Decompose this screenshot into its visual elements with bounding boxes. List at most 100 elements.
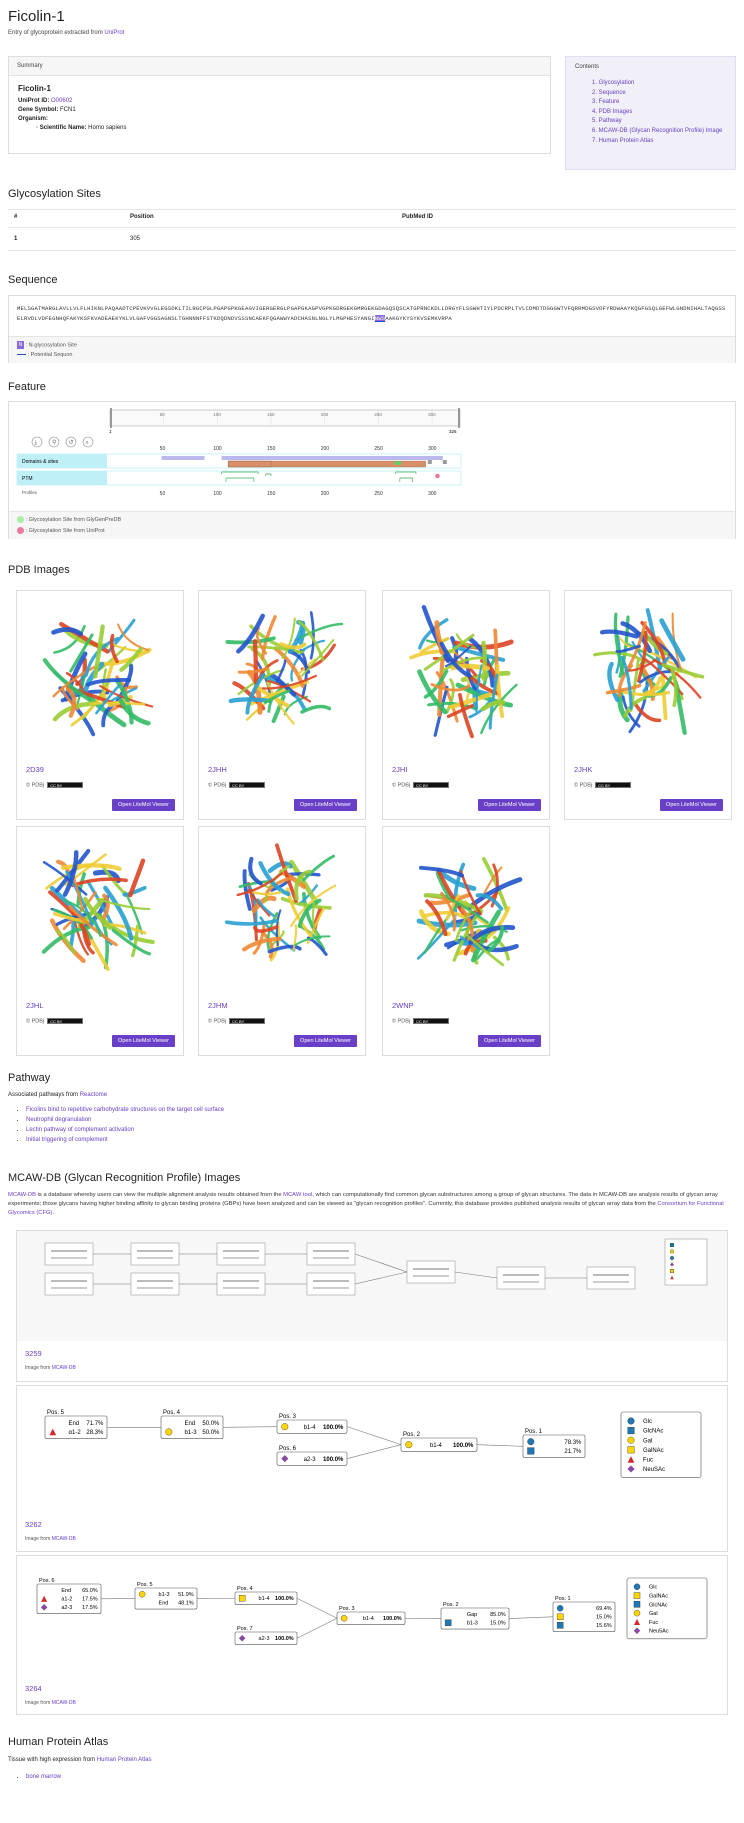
list-item-link[interactable]: Ficolins bind to repetitive carbohydrate… — [26, 1107, 224, 1113]
svg-text:GalNAc: GalNAc — [643, 1448, 664, 1454]
toc-item[interactable]: 7. Human Protein Atlas — [592, 138, 653, 144]
pdb-structure-image[interactable] — [389, 597, 543, 751]
uniprot-site-mark[interactable] — [435, 473, 440, 479]
toc-item[interactable]: 6. MCAW-DB (Glycan Recognition Profile) … — [592, 128, 722, 134]
svg-text:15.6%: 15.6% — [596, 1623, 612, 1629]
mcawdb-link[interactable]: MCAW-DB — [8, 1192, 36, 1198]
cc-license-badge[interactable]: CC BY — [47, 1018, 84, 1024]
svg-text:50.0%: 50.0% — [202, 1430, 220, 1436]
cc-license-badge[interactable]: CC BY — [413, 782, 450, 788]
position-node: Pos. 5 b1-3 51.9% End 48.1% — [134, 1582, 198, 1610]
list-item-link[interactable]: Neutrophil degranulation — [26, 1117, 91, 1123]
profile-id[interactable]: 3259 — [25, 1349, 42, 1358]
svg-text:Pos. 5: Pos. 5 — [137, 1582, 153, 1588]
nav-handle-left[interactable] — [110, 408, 112, 428]
svg-text:Gal: Gal — [643, 1438, 652, 1444]
gp-site-mark[interactable] — [393, 461, 402, 465]
open-litemol-button[interactable]: Open LiteMol Viewer — [478, 1035, 541, 1047]
mcawdb-source-link[interactable]: MCAW-DB — [52, 1700, 76, 1706]
pdb-id-link[interactable]: 2WNP — [392, 1001, 414, 1010]
svg-text:a2-3: a2-3 — [61, 1605, 72, 1611]
svg-text:Pos. 4: Pos. 4 — [163, 1410, 181, 1416]
svg-text:69.4%: 69.4% — [596, 1606, 612, 1612]
svg-text:↺: ↺ — [69, 439, 74, 446]
pdb-id-link[interactable]: 2JHK — [574, 765, 592, 774]
reactome-link[interactable]: Reactome — [80, 1092, 107, 1098]
open-litemol-button[interactable]: Open LiteMol Viewer — [478, 799, 541, 811]
position-node: Pos. 6 a2-3 100.0% — [276, 1446, 348, 1466]
hpa-link[interactable]: Human Protein Atlas — [97, 1757, 152, 1763]
table-row-index: 1 — [14, 236, 18, 242]
svg-text:a2-3: a2-3 — [304, 1457, 317, 1463]
svg-text:15.0%: 15.0% — [490, 1621, 506, 1627]
profiles-label: Profiles — [22, 490, 38, 495]
site-mark[interactable] — [442, 460, 447, 464]
svg-text:GlcNAc: GlcNAc — [643, 1429, 663, 1435]
glycan-legend: Glc GlcNAc Gal GalNAc Fuc NeuSAc — [620, 1411, 702, 1478]
svg-text:Neu5Ac: Neu5Ac — [649, 1629, 669, 1635]
profile-id[interactable]: 3262 — [25, 1520, 42, 1529]
profile-id[interactable]: 3264 — [25, 1684, 42, 1693]
cc-license-badge[interactable]: CC BY — [595, 782, 632, 788]
toc-item[interactable]: 4. PDB Images — [592, 109, 632, 115]
svg-text:100.0%: 100.0% — [275, 1596, 294, 1602]
list-item-link[interactable]: bone marrow — [26, 1774, 61, 1780]
pdb-id-link[interactable]: 2JHL — [26, 1001, 44, 1010]
open-litemol-button[interactable]: Open LiteMol Viewer — [660, 799, 723, 811]
open-litemol-button[interactable]: Open LiteMol Viewer — [294, 799, 357, 811]
cc-license-badge[interactable]: CC BY — [47, 782, 84, 788]
pdb-id-link[interactable]: 2JHH — [208, 765, 227, 774]
list-item-link[interactable]: Initial triggering of complement — [26, 1137, 108, 1143]
pdb-id-link[interactable]: 2D39 — [26, 765, 44, 774]
toc-item[interactable]: 5. Pathway — [592, 118, 622, 124]
position-node: Pos. 4 End 50.0% b1-3 50.0% — [160, 1410, 224, 1439]
cc-license-badge[interactable]: CC BY — [229, 782, 266, 788]
toc-item[interactable]: 1. Glycosylation — [592, 80, 634, 86]
svg-text:Fuc: Fuc — [643, 1458, 653, 1464]
position-node — [496, 1266, 546, 1290]
sequence-panel: MELSGATMARGLAVLLVLFLHIKNLPAQAADTCPEVKVVG… — [8, 295, 736, 363]
pdb-structure-image[interactable] — [205, 597, 359, 751]
pdb-structure-image[interactable] — [23, 597, 177, 751]
open-litemol-button[interactable]: Open LiteMol Viewer — [112, 799, 175, 811]
list-item-link[interactable]: Lectin pathway of complement activation — [26, 1127, 134, 1133]
toc-item[interactable]: 3. Feature — [592, 99, 619, 105]
toc-item[interactable]: 2. Sequence — [592, 90, 626, 96]
svg-text:Pos. 1: Pos. 1 — [525, 1429, 543, 1435]
pdb-structure-image[interactable] — [389, 833, 543, 987]
svg-text:End: End — [69, 1421, 80, 1427]
summary-header: Summary — [9, 57, 550, 76]
table-row-position: 305 — [130, 236, 141, 242]
svg-text:78.3%: 78.3% — [564, 1440, 582, 1446]
mcawdb-source-link[interactable]: MCAW-DB — [52, 1365, 76, 1371]
pathway-heading: Pathway — [8, 1072, 51, 1084]
axis-tick-label: 100 — [213, 491, 222, 497]
pdb-id-link[interactable]: 2JHM — [208, 1001, 228, 1010]
pdb-structure-image[interactable] — [571, 597, 725, 751]
svg-text:Gap: Gap — [467, 1612, 477, 1618]
feature-heading: Feature — [8, 381, 46, 393]
pdb-card: 2JHI © PDBj CC BY Open LiteMol Viewer — [382, 590, 550, 820]
nav-tick-label: 300 — [428, 412, 436, 417]
pdb-heading: PDB Images — [8, 564, 70, 576]
svg-text:a2-3: a2-3 — [259, 1636, 270, 1642]
cc-license-badge[interactable]: CC BY — [413, 1018, 450, 1024]
region-mark[interactable] — [221, 456, 443, 460]
open-litemol-button[interactable]: Open LiteMol Viewer — [294, 1035, 357, 1047]
pdb-structure-image[interactable] — [23, 833, 177, 987]
pdb-id-link[interactable]: 2JHI — [392, 765, 407, 774]
nav-handle-right[interactable] — [458, 408, 460, 428]
svg-text:Glc: Glc — [649, 1585, 658, 1591]
pdb-structure-image[interactable] — [205, 833, 359, 987]
site-mark[interactable] — [427, 460, 432, 464]
mcaw-tool-link[interactable]: MCAW tool — [283, 1192, 312, 1198]
uniprot-id-link[interactable]: O00602 — [51, 98, 72, 104]
cc-license-badge[interactable]: CC BY — [229, 1018, 266, 1024]
svg-text:⌕: ⌕ — [86, 440, 89, 446]
mcawdb-source-link[interactable]: MCAW-DB — [52, 1536, 76, 1542]
region-mark[interactable] — [161, 456, 205, 460]
position-node: Pos. 4 b1-4 100.0% — [234, 1586, 298, 1605]
svg-text:Pos. 1: Pos. 1 — [555, 1596, 571, 1602]
uniprot-link[interactable]: UniProt — [104, 30, 124, 36]
open-litemol-button[interactable]: Open LiteMol Viewer — [112, 1035, 175, 1047]
